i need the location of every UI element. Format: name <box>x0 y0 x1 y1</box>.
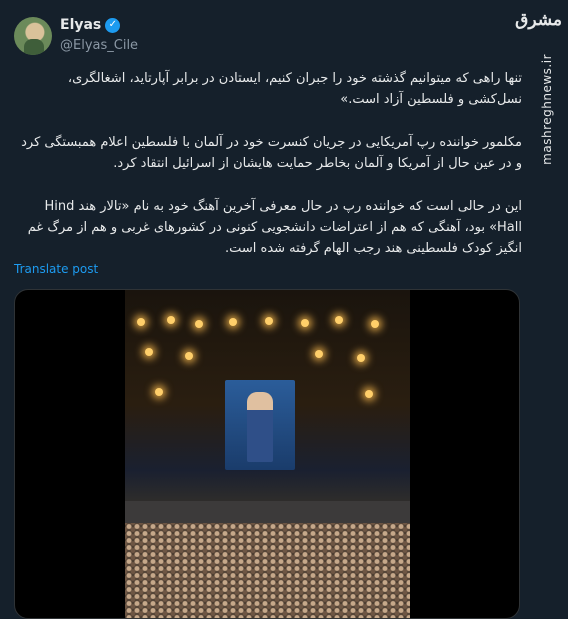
translate-post-link[interactable]: Translate post <box>14 262 98 276</box>
tweet-paragraph-3: این در حالی است که خواننده رپ در حال معر… <box>27 199 522 256</box>
performer-image <box>247 392 273 462</box>
avatar[interactable] <box>14 17 52 55</box>
crowd <box>125 523 410 618</box>
verified-badge-icon: ✓ <box>105 17 121 33</box>
tweet-text: تنها راهی که میتوانیم گذشته خود را جبران… <box>14 68 522 281</box>
author-display-name[interactable]: Elyas <box>60 17 101 33</box>
watermark: مشرق mashreghnews.ir <box>515 10 562 165</box>
concert-video-frame[interactable] <box>125 290 410 618</box>
stage-screen <box>225 380 295 470</box>
author-handle[interactable]: @Elyas_Cile <box>60 38 138 53</box>
tweet-paragraph-1: تنها راهی که میتوانیم گذشته خود را جبران… <box>67 71 522 107</box>
tweet-video[interactable] <box>14 289 520 619</box>
author-name-row[interactable]: Elyas ✓ <box>60 17 121 33</box>
watermark-url: mashreghnews.ir <box>540 54 554 165</box>
watermark-logo: مشرق <box>515 10 562 30</box>
tweet-paragraph-2: مکلمور خواننده رپ آمریکایی در جریان کنسر… <box>21 135 522 171</box>
stage-floor <box>125 501 410 523</box>
